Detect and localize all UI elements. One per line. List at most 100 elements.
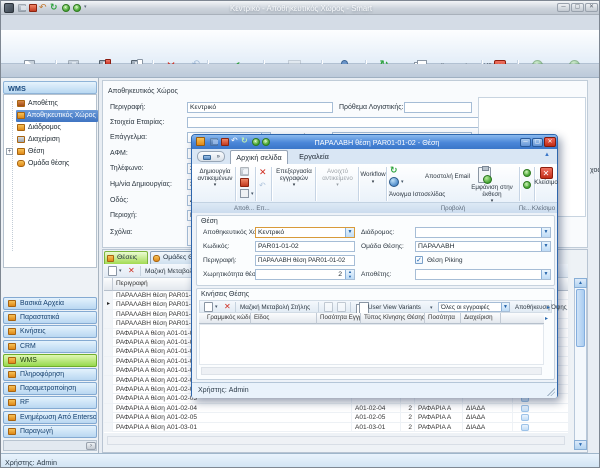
dialog-open-web-button[interactable]: Άνοιγμα Ιστοσελίδας	[389, 191, 445, 198]
toolbar-overflow-icon[interactable]: ▸	[547, 304, 550, 311]
scroll-down-button[interactable]: ▼	[574, 440, 587, 450]
dialog-delete-row-icon[interactable]: ✕	[224, 302, 231, 311]
restore-button[interactable]: ▢	[571, 3, 584, 12]
clipboard-report-icon[interactable]	[478, 167, 491, 183]
nav-button-pliroforisi[interactable]: Πληροφόρηση	[3, 368, 97, 381]
kodikos-field[interactable]: PAR01-01-02	[255, 241, 355, 252]
dialog-col-diaxeirisi[interactable]: Διαχείριση	[461, 313, 501, 324]
dialog-col-typos-kinisis[interactable]: Τύπος Κίνησης Θέσης	[361, 313, 425, 324]
nav-button-parastatika[interactable]: Παραστατικά	[3, 311, 97, 324]
quick-save-user-icon[interactable]	[29, 4, 37, 12]
diadromos-combo[interactable]: ▼	[415, 227, 551, 238]
spinner-buttons[interactable]: ▲▼	[345, 270, 354, 279]
chevron-down-icon[interactable]: ▾	[401, 179, 404, 185]
dialog-col-posotita[interactable]: Ποσότητα	[425, 313, 461, 324]
globe-icon[interactable]	[389, 177, 399, 187]
row-checkbox[interactable]	[521, 405, 529, 412]
dialog-open-object-button[interactable]: Ανοιχτό αντικείμενο▾	[318, 169, 357, 189]
expander-plus-icon[interactable]: +	[6, 148, 13, 155]
dialog-minimize-button[interactable]: ─	[520, 138, 531, 147]
chevron-down-icon[interactable]: ▾	[430, 305, 433, 311]
export-icon[interactable]	[324, 302, 333, 312]
dialog-tab-home[interactable]: Αρχική σελίδα	[230, 150, 288, 164]
tree-item-apothikeytikos-xoros[interactable]: Αποθηκευτικός Χώρος	[16, 110, 98, 122]
dialog-create-button[interactable]: Δημιουργία αντικειμένων▾	[196, 169, 234, 189]
table-row[interactable]: ΡΑΦΑΡΙΑ Α θέση A01-02-05A01-02-052ΡΑΦΑΡΙ…	[104, 413, 568, 422]
bulk-edit-button[interactable]: Μαζική Μεταβολ	[145, 268, 193, 275]
uvv-pages-icon[interactable]	[356, 302, 365, 312]
dialog-app-icon[interactable]	[196, 137, 205, 146]
quick-forward-icon[interactable]: ›	[73, 4, 81, 12]
dialog-email-button[interactable]: Αποστολή Email	[425, 173, 470, 180]
dialog-save-icon[interactable]	[240, 167, 249, 176]
nav-button-crm[interactable]: CRM	[3, 340, 97, 353]
dialog-undo-icon[interactable]: ↶	[259, 181, 266, 190]
dialog-quick-forward-icon[interactable]: ›	[262, 138, 270, 146]
dialog-refresh-icon[interactable]: ↻	[390, 165, 398, 176]
dialog-grid-scroll-right-icon[interactable]: ▸	[545, 315, 548, 322]
scroll-thumb[interactable]	[576, 289, 585, 347]
picking-checkbox[interactable]: ✓	[415, 256, 423, 264]
dialog-quick-undo-icon[interactable]: ↶	[231, 136, 238, 145]
new-row-dropdown-icon[interactable]: ▾	[119, 268, 122, 274]
save-view-button[interactable]: Αποθήκευση Όψης	[515, 304, 567, 311]
chevron-down-icon[interactable]: ▾	[215, 304, 218, 310]
sidebar-section-header[interactable]: WMS	[3, 81, 97, 94]
xoritikotita-spinner[interactable]: 2▲▼	[255, 269, 355, 280]
xoros-combo[interactable]: Κεντρικό▼	[255, 227, 355, 238]
dialog-save-close-icon[interactable]	[240, 178, 249, 187]
row-checkbox[interactable]	[521, 424, 529, 431]
row-checkbox[interactable]	[521, 414, 529, 421]
omada-combo[interactable]: ΠΑΡΑΛΑΒΗ▼	[415, 241, 551, 252]
nav-button-rf[interactable]: RF	[3, 396, 97, 409]
table-row[interactable]: ΡΑΦΑΡΙΑ Α θέση A01-03-01A01-03-012ΡΑΦΑΡΙ…	[104, 423, 568, 432]
nav-button-kiniseis[interactable]: Κινήσεις	[3, 325, 97, 338]
dialog-new-row-icon[interactable]	[204, 302, 213, 312]
dropdown-arrow-icon[interactable]: ▼	[345, 228, 354, 237]
import-icon[interactable]	[337, 302, 346, 312]
filter-combo[interactable]: Όλες οι εγγραφές▼	[438, 302, 510, 312]
apothetis-combo[interactable]: ▼	[415, 269, 551, 280]
dialog-bulk-edit-button[interactable]: Μαζική Μεταβολή Στήλης	[240, 304, 310, 311]
dialog-quick-back-icon[interactable]: ‹	[252, 138, 260, 146]
nav-button-vasika-arxeia[interactable]: Βασικά Αρχεία	[3, 297, 97, 310]
grid-tab-theseis[interactable]: Θέσεις	[104, 251, 148, 264]
scroll-up-button[interactable]: ▲	[574, 278, 587, 288]
dropdown-arrow-icon[interactable]: ▼	[501, 303, 509, 311]
dialog-workflow-button[interactable]: Workflow▾	[360, 172, 386, 185]
resize-grip[interactable]	[547, 388, 555, 396]
nav-button-wms-active[interactable]: WMS	[3, 354, 97, 367]
dropdown-arrow-icon[interactable]: ▼	[541, 242, 550, 251]
dialog-collapse-ribbon-icon[interactable]: ▲	[544, 152, 550, 158]
dialog-quick-refresh-icon[interactable]: ↻	[241, 136, 248, 145]
nav-button-parametropoiisi[interactable]: Παραμετροποίηση	[3, 382, 97, 395]
dialog-next-icon[interactable]: ↓	[523, 181, 531, 189]
nav-button-paragogi[interactable]: Παραγωγή	[3, 425, 97, 438]
minimize-button[interactable]: ─	[557, 3, 570, 12]
nav-button-enimerosi-entersoft[interactable]: Ενημέρωση Από Entersoft	[3, 411, 97, 424]
dialog-delete-icon[interactable]: ✕	[259, 168, 267, 177]
delete-row-icon[interactable]: ✕	[128, 266, 135, 275]
chevron-down-icon[interactable]: ▾	[251, 191, 254, 197]
dialog-close-button[interactable]: ✕	[544, 137, 556, 147]
dialog-quick-save-user-icon[interactable]	[221, 138, 229, 146]
dialog-quick-save-icon[interactable]	[210, 138, 218, 146]
quick-back-icon[interactable]: ‹	[62, 4, 70, 12]
dialog-uvv-button[interactable]: User View Variants	[368, 304, 421, 311]
app-icon[interactable]	[4, 3, 14, 13]
dialog-col-barcode[interactable]: Γραμμικός κώδι...	[199, 313, 251, 324]
tree-item-diadromos[interactable]: Διάδρομος	[28, 122, 98, 134]
dialog-close-form-button[interactable]: ✕Κλείσιμο	[536, 167, 556, 187]
dropdown-arrow-icon[interactable]: ▼	[541, 270, 550, 279]
quick-save-icon[interactable]	[18, 4, 26, 12]
perigrafi-field[interactable]: Κεντρικό	[187, 102, 333, 113]
dialog-restore-button[interactable]: ▢	[532, 138, 543, 147]
prothema-field[interactable]	[404, 102, 472, 113]
dialog-titlebar[interactable]: ↶ ↻ ‹ › ΠΑΡΑΛΑΒΗ θέση PAR01-01-02 - Θέση…	[192, 135, 557, 149]
vertical-scrollbar[interactable]: ▲ ▼	[574, 278, 587, 450]
dialog-perigrafi-field[interactable]: ΠΑΡΑΛΑΒΗ θέση PAR01-01-02	[255, 255, 355, 266]
table-row[interactable]: ΡΑΦΑΡΙΑ Α θέση A01-02-04A01-02-042ΡΑΦΑΡΙ…	[104, 404, 568, 413]
dialog-app-menu-button[interactable]: »	[197, 151, 225, 162]
tree-item-apothetis[interactable]: Αποθέτης	[28, 98, 98, 110]
new-row-icon[interactable]	[108, 266, 117, 276]
